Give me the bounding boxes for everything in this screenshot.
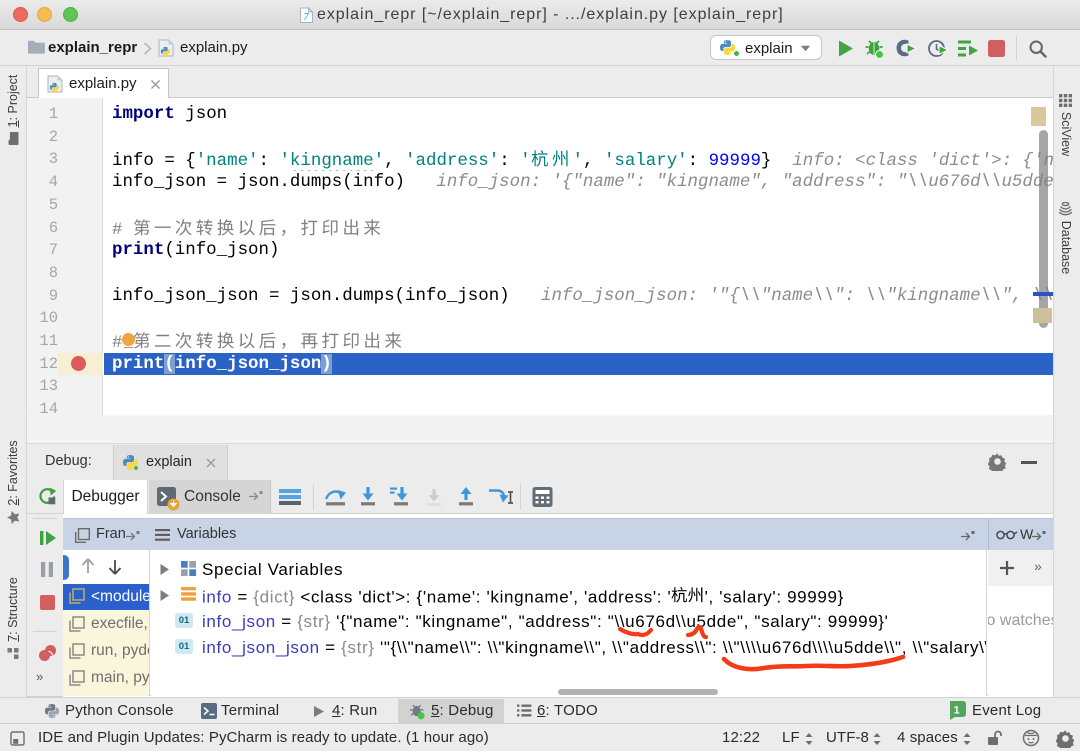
- svg-text:1: 1: [953, 705, 959, 717]
